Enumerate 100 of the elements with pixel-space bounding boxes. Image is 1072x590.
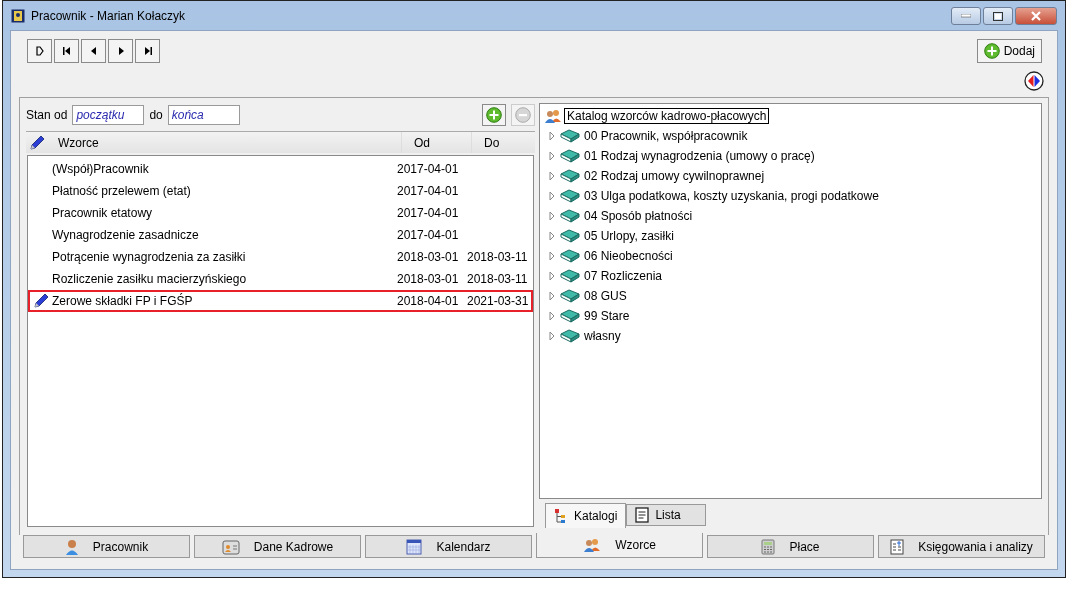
expand-arrow-icon[interactable] — [548, 131, 556, 141]
column-header: Od — [401, 132, 471, 153]
people-icon — [583, 537, 602, 553]
expand-arrow-icon[interactable] — [548, 271, 556, 281]
book-icon — [560, 269, 580, 283]
expand-arrow-icon[interactable] — [548, 331, 556, 341]
close-icon — [1031, 11, 1041, 21]
expand-arrow-icon[interactable] — [548, 231, 556, 241]
view-tab[interactable]: Katalogi — [545, 503, 627, 528]
remove-row-button[interactable] — [511, 104, 535, 126]
document-icon — [635, 507, 650, 523]
view-tab[interactable]: Lista — [626, 504, 707, 526]
table-cell-text: 2018-03-01 — [397, 272, 460, 286]
tab[interactable]: Płace — [707, 535, 874, 558]
column-header: Wzorce — [57, 135, 100, 150]
hierarchy-icon — [554, 508, 568, 524]
table-row[interactable]: Rozliczenie zasiłku macierzyńskiego 2018-03-01 2018-03-11 — [28, 268, 533, 290]
minimize-icon — [961, 14, 971, 18]
tree-item[interactable]: 99 Stare — [584, 309, 630, 323]
tree-item[interactable]: 03 Ulga podatkowa, koszty uzyskania, progi podatkowe — [584, 189, 879, 203]
table-row[interactable]: Zerowe składki FP i FGŚP 2018-04-01 2021-03-31 — [28, 290, 533, 312]
book-icon — [560, 189, 580, 203]
expand-arrow-icon[interactable] — [548, 251, 556, 261]
expand-arrow-icon[interactable] — [548, 211, 556, 221]
table-cell-text: 2017-04-01 — [397, 184, 460, 198]
table-cell-text: 2021-03-31 — [467, 294, 530, 308]
table-cell-text: Potrącenie wynagrodzenia za zasiłki — [52, 250, 247, 264]
tab[interactable]: Pracownik — [23, 535, 190, 558]
book-icon — [560, 309, 580, 323]
skip-back-icon — [61, 46, 72, 56]
app-icon — [11, 8, 25, 23]
expand-arrow-icon[interactable] — [548, 171, 556, 181]
expand-arrow-icon[interactable] — [548, 191, 556, 201]
new-button[interactable] — [27, 39, 52, 63]
tree-root[interactable]: Katalog wzorców kadrowo-płacowych — [564, 108, 770, 124]
table-row[interactable]: (Współ)Pracownik 2017-04-01 — [28, 158, 533, 180]
table-cell-text: 2018-03-11 — [467, 250, 529, 264]
pencil-icon — [33, 293, 49, 309]
tree-item[interactable]: 07 Rozliczenia — [584, 269, 663, 283]
table-cell-text: 2018-04-01 — [397, 294, 460, 308]
table-cell-text: Pracownik etatowy — [52, 206, 154, 220]
table-cell-text: 2017-04-01 — [397, 206, 460, 220]
table-cell-text: 2017-04-01 — [397, 162, 460, 176]
table-cell-text: Zerowe składki FP i FGŚP — [52, 294, 194, 308]
tree-item[interactable]: 02 Rodzaj umowy cywilnoprawnej — [584, 169, 765, 183]
expand-arrow-icon[interactable] — [548, 311, 556, 321]
plus-icon — [983, 43, 1000, 59]
tab[interactable]: Dane Kadrowe — [194, 535, 361, 558]
date-to-field[interactable]: końca — [167, 105, 240, 125]
book-icon — [560, 149, 580, 163]
table-cell-text: Wynagrodzenie zasadnicze — [52, 228, 200, 242]
tree-item[interactable]: 00 Pracownik, współpracownik — [584, 129, 748, 143]
tree-item[interactable]: 04 Sposób płatności — [584, 209, 693, 223]
book-icon — [560, 329, 580, 343]
person-icon — [64, 538, 79, 555]
first-button[interactable] — [54, 39, 79, 63]
expand-arrow-icon[interactable] — [548, 291, 556, 301]
tree-item[interactable]: 08 GUS — [584, 289, 627, 303]
tree-item[interactable]: własny — [584, 329, 621, 343]
book-icon — [560, 229, 580, 243]
pencil-icon — [29, 134, 45, 151]
expand-arrow-icon[interactable] — [548, 151, 556, 161]
tree-item[interactable]: 06 Nieobecności — [584, 249, 673, 263]
table-cell-text: Płatność przelewem (etat) — [52, 184, 192, 198]
tree-item[interactable]: 01 Rodzaj wynagrodzenia (umowy o pracę) — [584, 149, 815, 163]
ledger-icon — [890, 538, 905, 555]
skip-forward-icon — [142, 46, 153, 56]
table-row[interactable]: Wynagrodzenie zasadnicze 2017-04-01 — [28, 224, 533, 246]
table-row[interactable]: Potrącenie wynagrodzenia za zasiłki 2018-03-01 2018-03-11 — [28, 246, 533, 268]
add-row-button[interactable] — [482, 104, 506, 126]
table-row[interactable]: Płatność przelewem (etat) 2017-04-01 — [28, 180, 533, 202]
maximize-icon — [993, 11, 1003, 21]
filter-label: do — [149, 108, 163, 122]
column-header: Do — [471, 132, 535, 153]
table-cell-text: 2018-03-11 — [467, 272, 529, 286]
close-button[interactable] — [1015, 7, 1057, 25]
table-cell-text: (Współ)Pracownik — [52, 162, 150, 176]
next-button[interactable] — [108, 39, 133, 63]
date-from-field[interactable]: początku — [72, 105, 145, 125]
last-button[interactable] — [135, 39, 160, 63]
calendar-icon — [406, 538, 423, 555]
tab[interactable]: Księgowania i analizy — [878, 535, 1045, 558]
table-row[interactable]: Pracownik etatowy 2017-04-01 — [28, 202, 533, 224]
table-cell-text: 2018-03-01 — [397, 250, 460, 264]
book-icon — [560, 249, 580, 263]
calculator-icon — [761, 538, 776, 555]
add-button[interactable]: Dodaj — [976, 39, 1042, 63]
maximize-button[interactable] — [983, 7, 1013, 25]
previous-button[interactable] — [81, 39, 106, 63]
table-cell-text: Rozliczenie zasiłku macierzyńskiego — [52, 272, 248, 286]
tree-item[interactable]: 05 Urlopy, zasiłki — [584, 229, 674, 243]
navigation-arrows-icon[interactable] — [1024, 71, 1044, 91]
tab[interactable]: Kalendarz — [365, 535, 532, 558]
book-icon — [560, 209, 580, 223]
plus-icon — [486, 107, 502, 123]
book-icon — [560, 289, 580, 303]
people-icon — [544, 108, 562, 124]
filter-label: Stan od — [26, 108, 68, 122]
tab[interactable]: Wzorce — [536, 533, 703, 558]
id-card-icon — [221, 538, 240, 555]
